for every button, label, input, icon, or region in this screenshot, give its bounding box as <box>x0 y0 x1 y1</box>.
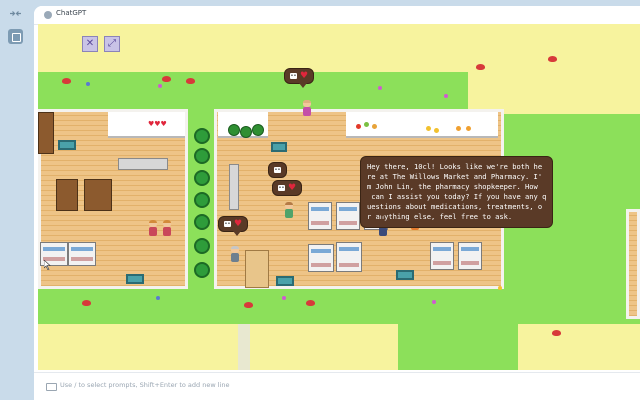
display-shelf <box>458 242 482 270</box>
keyboard-icon <box>46 383 57 391</box>
tree <box>194 148 210 164</box>
display-shelf <box>336 202 360 230</box>
floor-rug <box>126 274 144 284</box>
bookcase <box>84 179 112 211</box>
shop-counter <box>118 158 168 170</box>
bird-sprite <box>82 300 91 306</box>
bubble-tail <box>233 231 241 236</box>
villager-sprite[interactable] <box>162 220 172 236</box>
expand-arrows-icon[interactable] <box>8 6 23 21</box>
sand-area <box>468 24 640 114</box>
flower <box>282 296 286 300</box>
npc-sprite[interactable] <box>302 100 312 116</box>
mute-button[interactable]: ✕ <box>82 36 98 52</box>
bird-sprite <box>476 64 485 70</box>
produce <box>364 122 369 127</box>
flower <box>498 286 502 290</box>
tree <box>194 238 210 254</box>
window-icon[interactable] <box>8 29 23 44</box>
emote-bubble: •• ♥ <box>272 180 303 196</box>
display-shelf <box>308 202 332 230</box>
tree <box>194 192 210 208</box>
sidebar-rail <box>0 0 30 400</box>
floor-rug <box>276 276 294 286</box>
bird-sprite <box>244 302 253 308</box>
npc-sprite[interactable] <box>230 246 240 262</box>
bookcase <box>56 179 78 211</box>
emote-bubble: •• <box>268 162 287 178</box>
display-shelf <box>308 244 334 272</box>
mouse-cursor-icon <box>44 260 51 270</box>
hearts-decoration: ♥♥♥ <box>148 120 167 128</box>
sand-area <box>518 324 640 370</box>
floor-rug <box>271 142 287 152</box>
mute-icon: ✕ <box>85 38 95 49</box>
emote-bubble: •• ♥ <box>284 68 315 84</box>
chat-dots-icon: •• <box>278 185 285 191</box>
heart-icon: ♥ <box>300 70 309 81</box>
bubble-tail <box>299 83 307 88</box>
flower <box>158 84 162 88</box>
chat-dots-icon: •• <box>274 167 281 173</box>
sand-area <box>38 324 398 370</box>
produce <box>434 128 439 133</box>
bubble-tail <box>378 212 386 217</box>
collapse-button[interactable]: ⤢ <box>104 36 120 52</box>
bird-sprite <box>548 56 557 62</box>
emote-bubble: •• ♥ <box>218 216 249 232</box>
shop-counter <box>229 164 239 210</box>
floor-rug <box>58 140 76 150</box>
display-shelf <box>336 242 362 272</box>
flower <box>156 296 160 300</box>
floor-rug <box>396 270 414 280</box>
chat-dots-icon: •• <box>224 221 231 227</box>
bird-sprite <box>186 78 195 84</box>
tree <box>194 128 210 144</box>
potted-plant <box>240 126 252 138</box>
path-tile <box>238 324 250 370</box>
wooden-table <box>245 250 269 288</box>
tree <box>194 214 210 230</box>
potted-plant <box>252 124 264 136</box>
bird-sprite <box>162 76 171 82</box>
heart-icon: ♥ <box>234 218 243 229</box>
flower <box>444 94 448 98</box>
tree <box>194 262 210 278</box>
chat-dots-icon: •• <box>290 73 297 79</box>
bird-sprite <box>62 78 71 84</box>
potted-plant <box>228 124 240 136</box>
bird-sprite <box>552 330 561 336</box>
edge-building <box>626 209 640 319</box>
bird-sprite <box>306 300 315 306</box>
app-logo-icon <box>44 11 52 19</box>
tree <box>194 170 210 186</box>
prompt-input-bar[interactable]: Use / to select prompts, Shift+Enter to … <box>34 372 640 400</box>
collapse-icon: ⤢ <box>108 38 116 49</box>
app-title: ChatGPT <box>56 9 87 17</box>
prompt-hint: Use / to select prompts, Shift+Enter to … <box>60 381 230 389</box>
game-viewport[interactable]: ♥ ♥ ♥ ✕ ⤢ •• ♥ •• •• ♥ •• ♥ Hey there, 10c… <box>38 24 640 370</box>
app-panel: ChatGPT ♥ ♥ ♥ ✕ ⤢ •• ♥ •• •• ♥ •• ♥ Hey th… <box>34 6 640 400</box>
title-bar: ChatGPT <box>34 6 640 25</box>
display-shelf <box>430 242 454 270</box>
produce <box>456 126 461 131</box>
flower <box>86 82 90 86</box>
produce <box>356 124 361 129</box>
produce <box>466 126 471 131</box>
produce <box>372 124 377 129</box>
shop-wall <box>108 112 185 138</box>
display-shelf <box>68 242 96 266</box>
flower <box>378 86 382 90</box>
villager-sprite[interactable] <box>148 220 158 236</box>
npc-dialog-bubble: Hey there, 10cl! Looks like we're both h… <box>360 156 554 228</box>
player-sprite[interactable] <box>284 202 294 218</box>
heart-icon: ♥ <box>288 182 297 193</box>
produce <box>426 126 431 131</box>
flower <box>432 300 436 304</box>
bookcase <box>38 112 54 154</box>
